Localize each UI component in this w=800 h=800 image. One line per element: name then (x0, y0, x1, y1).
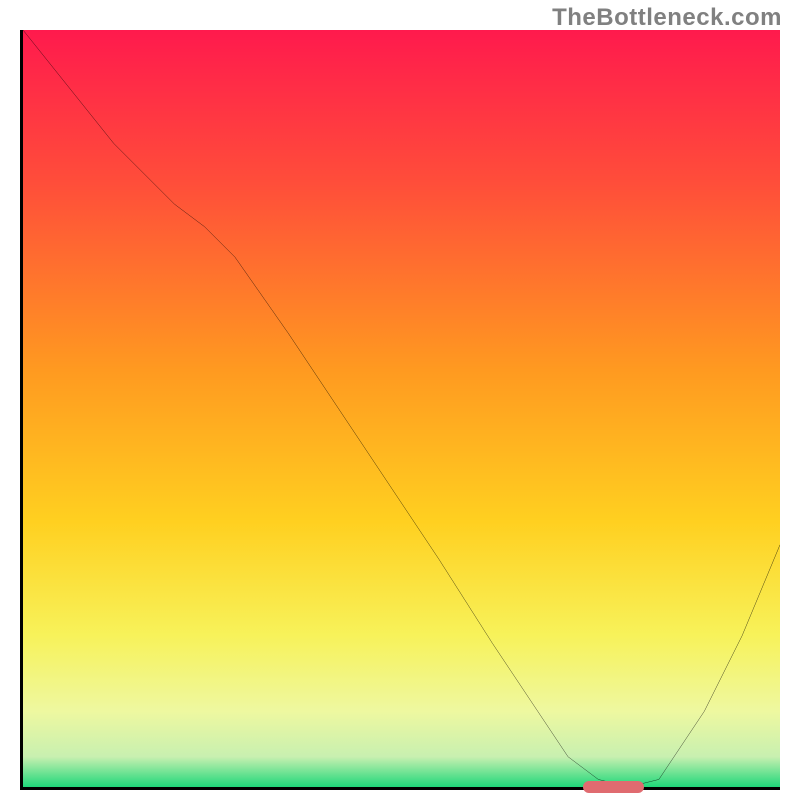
optimal-range-marker (583, 781, 644, 793)
bottleneck-chart: TheBottleneck.com (0, 0, 800, 800)
watermark-text: TheBottleneck.com (552, 4, 782, 32)
bottleneck-curve (23, 30, 780, 787)
plot-area (20, 30, 780, 790)
